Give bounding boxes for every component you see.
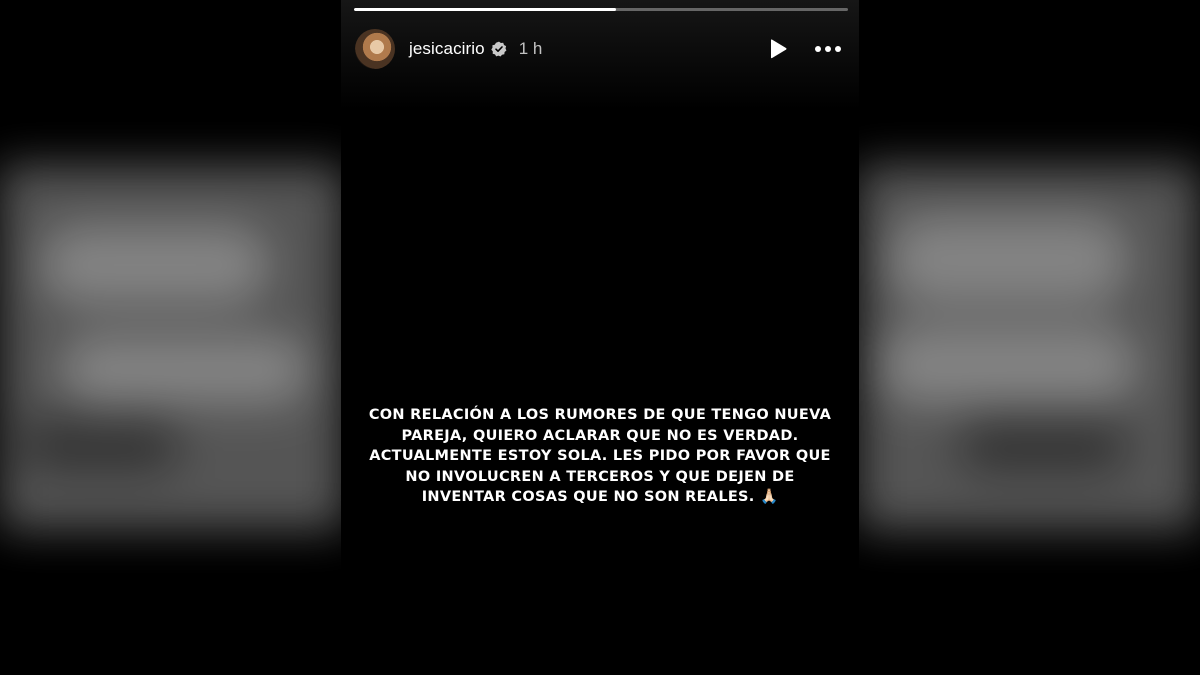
- profile-avatar[interactable]: [355, 29, 395, 69]
- story-text-line: PAREJA, QUIERO ACLARAR QUE NO ES VERDAD.: [401, 427, 799, 444]
- story-text-line: CON RELACIÓN A LOS RUMORES DE QUE TENGO …: [368, 407, 832, 423]
- story-viewer: jesicacirio 1 h CON RELACIÓN A LOS RUMOR…: [0, 0, 1200, 675]
- verified-badge-icon: [491, 41, 507, 57]
- story-progress-bar: [354, 8, 848, 11]
- story-timestamp: 1 h: [518, 39, 543, 58]
- blurred-backdrop-right: [858, 165, 1200, 530]
- blurred-backdrop-left: [0, 165, 345, 530]
- play-icon[interactable]: [761, 32, 795, 66]
- story-panel[interactable]: jesicacirio 1 h CON RELACIÓN A LOS RUMOR…: [341, 0, 859, 675]
- story-header: jesicacirio 1 h: [355, 28, 845, 70]
- story-text-line: NO INVOLUCREN A TERCEROS Y QUE DEJEN DE: [405, 468, 795, 485]
- story-text-line: ACTUALMENTE ESTOY SOLA. LES PIDO POR FAV…: [369, 448, 831, 465]
- story-progress-fill: [354, 8, 616, 11]
- more-options-icon[interactable]: [811, 32, 845, 66]
- story-text-overlay: CON RELACIÓN A LOS RUMORES DE QUE TENGO …: [355, 405, 845, 508]
- story-text-line: INVENTAR COSAS QUE NO SON REALES. 🙏🏻: [421, 489, 779, 506]
- username-link[interactable]: jesicacirio: [409, 39, 485, 59]
